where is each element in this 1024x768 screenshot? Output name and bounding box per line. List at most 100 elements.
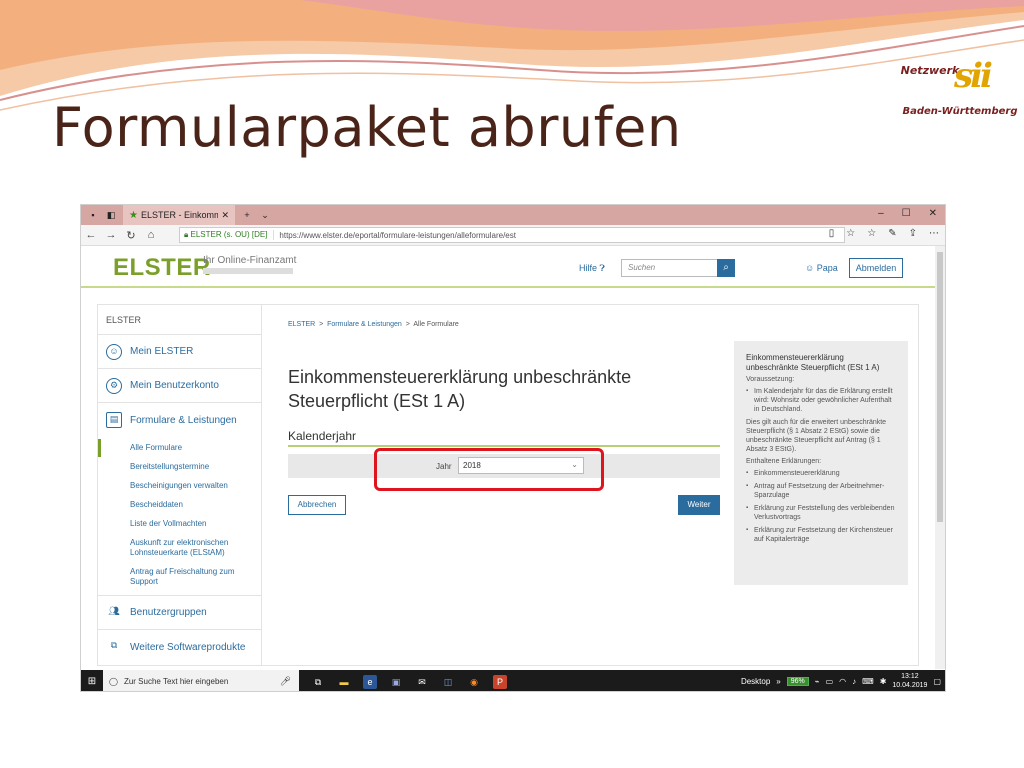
clock[interactable]: 13:12 10.04.2019: [892, 672, 927, 690]
certificate-badge[interactable]: 🔒︎ ELSTER (s. OU) [DE]: [180, 230, 275, 240]
scrollbar-thumb[interactable]: [937, 252, 943, 522]
breadcrumb-current: Alle Formulare: [413, 321, 459, 328]
cancel-button[interactable]: Abbrechen: [288, 495, 346, 515]
close-window-button[interactable]: ✕: [929, 208, 937, 219]
tab-list-icon[interactable]: ▪: [87, 210, 99, 220]
powerpoint-icon[interactable]: P: [493, 674, 507, 689]
mail-icon[interactable]: ✉: [415, 675, 429, 689]
sidebar-subitem-support[interactable]: Antrag auf Freischaltung zum Support: [98, 567, 238, 587]
desktop-label[interactable]: Desktop: [741, 677, 770, 686]
sidebar-item-label: Mein ELSTER: [130, 346, 194, 357]
firefox-icon[interactable]: ◉: [467, 675, 481, 689]
help-link[interactable]: Hilfe ❓︎: [579, 263, 605, 274]
file-explorer-icon[interactable]: ▬: [337, 675, 351, 689]
language-icon[interactable]: ⌨: [862, 677, 874, 686]
user-icon: ☺: [106, 343, 122, 360]
sidebar-subitem-vollmachten[interactable]: Liste der Vollmachten: [98, 519, 261, 529]
logo-line1: Netzwerk: [900, 64, 960, 77]
system-tray: Desktop » 96% ⌁ ▭ ◠ ♪ ⌨ ✱ 13:12 10.04.201…: [741, 672, 941, 690]
users-icon: 👥︎: [108, 605, 120, 616]
favorite-star-icon[interactable]: ☆: [846, 228, 855, 239]
edge-browser-icon[interactable]: e: [363, 674, 377, 689]
section-title: Kalenderjahr: [288, 429, 720, 447]
logo-line2: Baden-Württemberg: [902, 106, 1018, 117]
elster-page: ELSTER Ihr Online-Finanzamt Hilfe ❓︎ Suc…: [81, 246, 937, 669]
refresh-icon[interactable]: ↻: [121, 229, 141, 242]
breadcrumb-item[interactable]: Formulare & Leistungen: [327, 321, 402, 328]
new-tab-icon[interactable]: +: [241, 210, 253, 220]
notifications-icon[interactable]: ▢: [933, 677, 941, 686]
tab-title: ELSTER - Einkommenste: [140, 210, 218, 220]
minimize-button[interactable]: –: [878, 208, 884, 219]
red-highlight-annotation: [374, 448, 604, 491]
taskbar-apps: ⧉ ▬ e ▣ ✉ ◫ ◉ P: [311, 674, 507, 689]
logo-mark: sii: [954, 56, 993, 96]
gear-icon: ⚙: [106, 377, 122, 394]
home-icon[interactable]: ⌂: [141, 229, 161, 241]
chevron-right-icon[interactable]: »: [776, 677, 780, 686]
taskbar-search-input[interactable]: ◯ Zur Suche Text hier eingeben 🎤︎: [103, 670, 299, 691]
sidebar-item-label: Formulare & Leistungen: [130, 414, 237, 426]
brand-subtitle-text: Ihr Online-Finanzamt: [203, 255, 297, 266]
content-area: ELSTER ☺ Mein ELSTER ⚙ Mein Benutzerkont…: [97, 304, 919, 666]
wifi-icon[interactable]: ◠: [839, 677, 846, 686]
outlook-icon[interactable]: ◫: [441, 675, 455, 689]
page-scrollbar[interactable]: [935, 246, 945, 669]
store-icon[interactable]: ▣: [389, 675, 403, 689]
plug-icon[interactable]: ⌁: [815, 677, 820, 686]
notes-pen-icon[interactable]: ✎: [888, 228, 896, 239]
lock-icon: 🔒︎: [184, 230, 189, 239]
taskbar-search-placeholder: Zur Suche Text hier eingeben: [123, 677, 229, 686]
sidebar-subitem-elstam[interactable]: Auskunft zur elektronischen Lohnsteuerka…: [98, 538, 238, 558]
forward-icon[interactable]: →: [101, 229, 121, 241]
back-icon[interactable]: ←: [81, 229, 101, 241]
info-contained-label: Enthaltene Erklärungen:: [746, 458, 822, 465]
sidebar-item-softwareprodukte[interactable]: ⧉ Weitere Softwareprodukte: [98, 630, 261, 664]
puzzle-icon: ⧉: [110, 640, 118, 650]
list-item: Erklärung zur Festsetzung der Kirchenste…: [746, 526, 896, 544]
reading-view-icon[interactable]: ▯: [829, 228, 835, 239]
breadcrumb-item[interactable]: ELSTER: [288, 321, 315, 328]
task-view-icon[interactable]: ⧉: [311, 675, 325, 689]
sidebar-item-benutzergruppen[interactable]: 👥︎ Benutzergruppen: [98, 596, 261, 630]
sidebar-subitem-bereitstellungstermine[interactable]: Bereitstellungstermine: [98, 462, 261, 472]
sidebar-subitem-bescheiddaten[interactable]: Bescheiddaten: [98, 500, 261, 510]
sidebar-item-benutzerkonto[interactable]: ⚙ Mein Benutzerkonto: [98, 369, 261, 403]
sidebar-subitem-bescheinigungen[interactable]: Bescheinigungen verwalten: [98, 481, 261, 491]
close-tab-icon[interactable]: ✕: [221, 210, 229, 221]
bluetooth-icon[interactable]: ✱: [880, 677, 887, 686]
tab-elster[interactable]: ★ ELSTER - Einkommenste ✕: [123, 205, 235, 225]
user-link[interactable]: ☺ Papa: [805, 263, 838, 273]
info-box: Einkommensteuererklärung unbeschränkte S…: [734, 341, 908, 585]
info-prereq-list: Im Kalenderjahr für das die Erklärung er…: [746, 387, 896, 414]
share-icon[interactable]: ⇪: [909, 228, 917, 239]
favorites-hub-icon[interactable]: ☆: [867, 228, 876, 239]
certificate-label: ELSTER (s. OU) [DE]: [190, 230, 268, 239]
windows-start-icon[interactable]: ⊞: [81, 676, 103, 687]
browser-window: ▪ ◧ ★ ELSTER - Einkommenste ✕ + ⌄ – ☐ ✕ …: [80, 204, 946, 692]
sidebar-subitem-alle-formulare[interactable]: Alle Formulare: [98, 439, 261, 457]
more-icon[interactable]: ⋯: [929, 228, 939, 239]
volume-icon[interactable]: ♪: [852, 677, 856, 686]
help-label: Hilfe: [579, 263, 598, 273]
sidebar-item-formulare[interactable]: ▤ Formulare & Leistungen: [98, 403, 261, 437]
maximize-button[interactable]: ☐: [902, 208, 911, 219]
search-button[interactable]: ⌕: [717, 259, 735, 277]
elster-favicon-icon: ★: [129, 209, 138, 221]
site-header: ELSTER Ihr Online-Finanzamt Hilfe ❓︎ Suc…: [81, 246, 937, 288]
elster-logo[interactable]: ELSTER: [113, 254, 211, 282]
network-icon[interactable]: ▭: [826, 677, 834, 686]
clock-time: 13:12: [901, 673, 919, 680]
sidebar-head: ELSTER: [98, 305, 261, 335]
microphone-icon[interactable]: 🎤︎: [280, 676, 291, 687]
netzwerk-sii-logo: Netzwerk sii Baden-Württemberg: [900, 56, 1018, 122]
battery-badge[interactable]: 96%: [786, 676, 809, 686]
url-field[interactable]: 🔒︎ ELSTER (s. OU) [DE] https://www.elste…: [179, 227, 845, 243]
logout-button[interactable]: Abmelden: [849, 258, 903, 278]
tab-aside-icon[interactable]: ◧: [105, 210, 117, 220]
sidebar-item-mein-elster[interactable]: ☺ Mein ELSTER: [98, 335, 261, 369]
next-button[interactable]: Weiter: [678, 495, 720, 515]
cortana-circle-icon: ◯: [109, 677, 118, 686]
chevron-down-icon[interactable]: ⌄: [259, 210, 271, 220]
list-item: Einkommensteuererklärung: [746, 469, 896, 478]
